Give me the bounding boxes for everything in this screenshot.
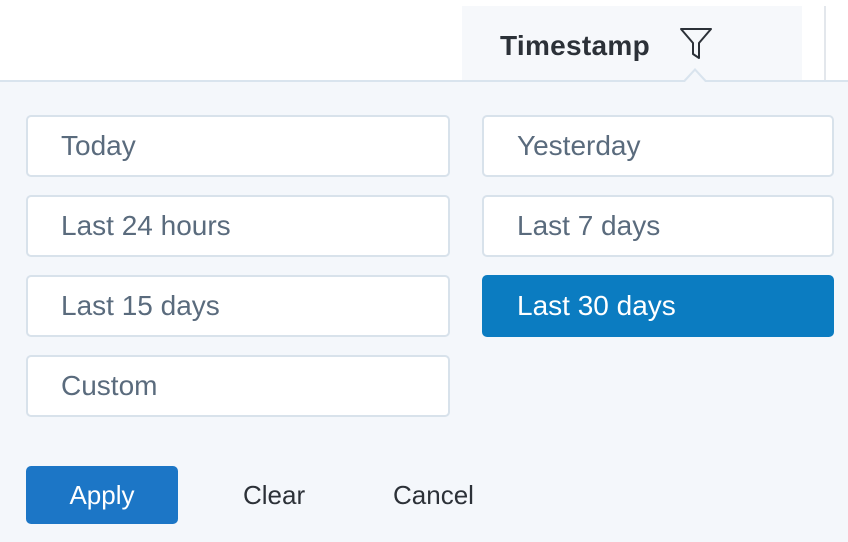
option-today[interactable]: Today bbox=[26, 115, 450, 177]
option-last-7-days[interactable]: Last 7 days bbox=[482, 195, 834, 257]
header-divider bbox=[0, 80, 848, 82]
column-separator bbox=[824, 6, 826, 80]
clear-button[interactable]: Clear bbox=[243, 466, 305, 524]
filter-funnel-icon[interactable] bbox=[678, 25, 714, 61]
apply-button[interactable]: Apply bbox=[26, 466, 178, 524]
option-yesterday[interactable]: Yesterday bbox=[482, 115, 834, 177]
cancel-button[interactable]: Cancel bbox=[393, 466, 474, 524]
option-last-24-hours[interactable]: Last 24 hours bbox=[26, 195, 450, 257]
option-custom[interactable]: Custom bbox=[26, 355, 450, 417]
timestamp-filter-view: Timestamp Today Yesterday Last 24 hours … bbox=[0, 0, 848, 542]
option-last-30-days[interactable]: Last 30 days bbox=[482, 275, 834, 337]
option-last-15-days[interactable]: Last 15 days bbox=[26, 275, 450, 337]
column-title: Timestamp bbox=[500, 30, 651, 61]
